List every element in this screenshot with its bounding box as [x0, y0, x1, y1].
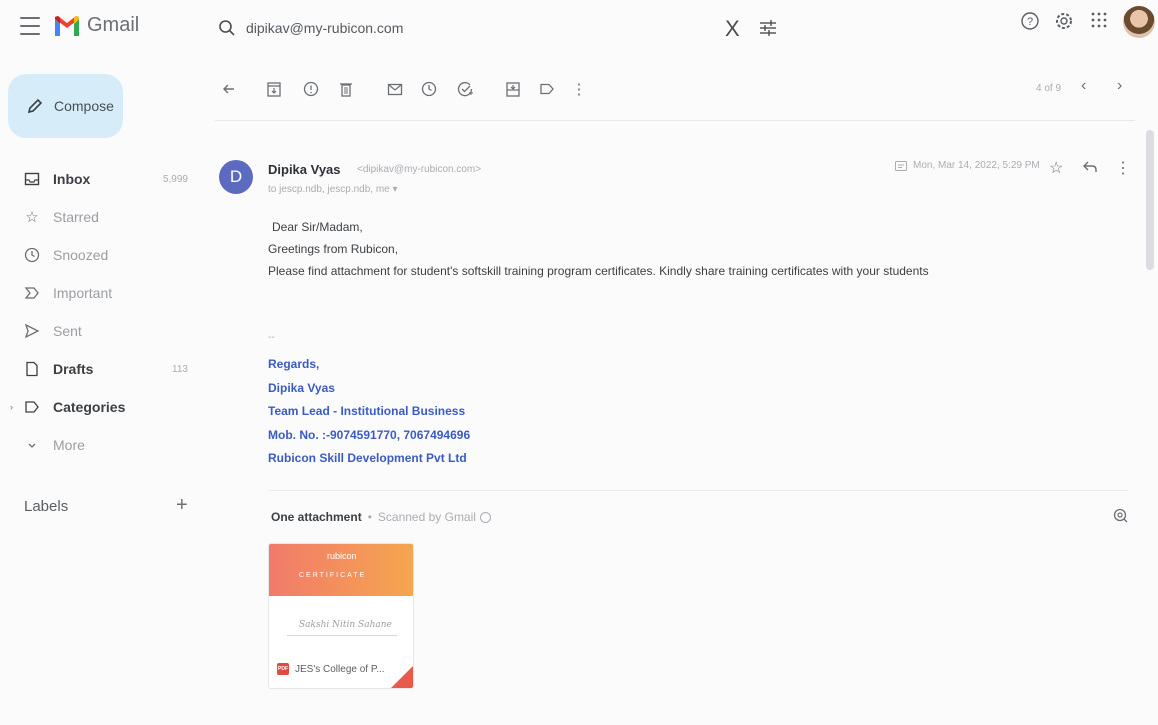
sidebar-item-starred[interactable]: ☆ Starred: [0, 198, 200, 236]
certificate-header: rubicon CERTIFICATE: [269, 544, 413, 596]
more-options-icon[interactable]: ⋮: [568, 78, 590, 100]
clock-icon: [24, 247, 40, 263]
signature-line: Team Lead - Institutional Business: [268, 404, 466, 418]
attachment-icon: [895, 160, 907, 171]
add-to-drive-icon[interactable]: [1112, 507, 1128, 523]
signature-line: Regards,: [268, 357, 320, 371]
report-spam-icon[interactable]: [300, 78, 322, 100]
drafts-count: 113: [172, 363, 188, 375]
search-bar[interactable]: dipikav@my-rubicon.com X: [213, 10, 783, 46]
certificate-title: CERTIFICATE: [299, 572, 367, 579]
compose-label: Compose: [54, 98, 114, 114]
sidebar-item-label: Important: [53, 285, 113, 301]
app-name: Gmail: [87, 14, 140, 36]
labels-header: Labels: [24, 498, 69, 515]
delete-icon[interactable]: [335, 78, 357, 100]
label-icon: [25, 401, 39, 413]
scrollbar[interactable]: [1146, 130, 1154, 270]
gmail-m-icon: [55, 15, 79, 36]
archive-icon[interactable]: [263, 78, 285, 100]
svg-text:?: ?: [1027, 16, 1033, 28]
add-task-icon[interactable]: [454, 78, 476, 100]
account-avatar[interactable]: [1123, 6, 1155, 38]
sidebar-item-important[interactable]: Important: [0, 274, 200, 312]
body-line: Please find attachment for student's sof…: [268, 264, 929, 278]
inbox-count: 5,999: [162, 173, 188, 185]
google-apps-icon[interactable]: [1090, 11, 1108, 29]
pagination-count: 4 of 9: [1036, 83, 1062, 94]
search-icon[interactable]: [218, 19, 236, 37]
attachments-header: One attachment • Scanned by Gmail: [271, 510, 491, 524]
chevron-down-icon: [28, 443, 36, 448]
body-line: Greetings from Rubicon,: [268, 242, 399, 256]
attachment-count: One attachment: [271, 510, 362, 524]
sidebar-item-label: Inbox: [53, 171, 91, 187]
labels-icon[interactable]: [536, 78, 558, 100]
info-icon[interactable]: [479, 511, 491, 523]
back-arrow-icon[interactable]: [218, 78, 240, 100]
mark-unread-icon[interactable]: [384, 78, 406, 100]
send-icon: [24, 323, 40, 339]
sidebar-item-label: Categories: [53, 399, 126, 415]
sidebar-item-label: Sent: [53, 323, 82, 339]
date-text: Mon, Mar 14, 2022, 5:29 PM: [913, 160, 1040, 171]
important-icon: [24, 287, 39, 299]
compose-button[interactable]: Compose: [8, 74, 123, 138]
recipients-dropdown[interactable]: to jescp.ndb, jescp.ndb, me ▾: [268, 184, 398, 195]
sidebar-item-snoozed[interactable]: Snoozed: [0, 236, 200, 274]
main-menu-icon[interactable]: [20, 17, 40, 35]
gmail-logo[interactable]: Gmail: [54, 14, 139, 37]
sender-email: <dipikav@my-rubicon.com>: [357, 164, 482, 175]
snooze-clock-icon[interactable]: [418, 78, 440, 100]
certificate-signature: Sakshi Nitin Sahane: [299, 620, 392, 630]
signature-line-rule: [287, 635, 397, 636]
sender-name[interactable]: Dipika Vyas: [268, 162, 341, 177]
divider: [268, 490, 1128, 491]
older-button[interactable]: ›: [1117, 77, 1122, 95]
separator: •: [367, 510, 372, 524]
sidebar-item-inbox[interactable]: Inbox 5,999: [0, 160, 200, 198]
settings-gear-icon[interactable]: [1054, 11, 1074, 31]
reply-icon[interactable]: [1081, 158, 1099, 176]
clear-search-icon[interactable]: X: [725, 16, 740, 42]
attachment-thumbnail[interactable]: rubicon CERTIFICATE Sakshi Nitin Sahane …: [268, 543, 414, 689]
signature-separator: --: [268, 332, 275, 343]
certificate-brand: rubicon: [327, 551, 357, 561]
star-icon[interactable]: ☆: [1049, 158, 1063, 178]
signature-line: Dipika Vyas: [268, 381, 335, 395]
pdf-icon: PDF: [277, 663, 289, 675]
search-input[interactable]: dipikav@my-rubicon.com: [246, 20, 403, 36]
draft-icon: [26, 361, 38, 377]
create-label-button[interactable]: +: [176, 494, 188, 517]
message-date: Mon, Mar 14, 2022, 5:29 PM: [895, 160, 1040, 171]
sidebar-item-label: Starred: [53, 209, 99, 225]
move-to-icon[interactable]: [502, 78, 524, 100]
help-icon[interactable]: ?: [1020, 11, 1040, 31]
scan-status: Scanned by Gmail: [377, 510, 476, 524]
sidebar-nav: Inbox 5,999 ☆ Starred Snoozed Important …: [0, 160, 200, 464]
inbox-icon: [24, 172, 40, 186]
sidebar-item-more[interactable]: More: [0, 426, 200, 464]
star-icon: ☆: [25, 209, 39, 226]
signature-line: Mob. No. :-9074591770, 7067494696: [268, 428, 471, 442]
sidebar-item-label: Drafts: [53, 361, 94, 377]
top-bar: Gmail dipikav@my-rubicon.com X ?: [0, 0, 1158, 62]
body-greeting: Dear Sir/Madam,: [272, 220, 363, 234]
sender-avatar[interactable]: D: [219, 160, 253, 194]
pencil-icon: [27, 98, 43, 114]
sidebar-item-sent[interactable]: Sent: [0, 312, 200, 350]
signature-line: Rubicon Skill Development Pvt Ltd: [268, 451, 467, 465]
newer-button[interactable]: ‹: [1081, 77, 1086, 95]
attachment-filename: JES's College of P...: [295, 663, 385, 675]
expand-arrow-icon[interactable]: ›: [10, 402, 13, 412]
divider: [215, 120, 1135, 121]
fold-corner: [391, 666, 413, 688]
message-more-icon[interactable]: ⋮: [1115, 158, 1131, 178]
search-options-icon[interactable]: [758, 18, 778, 38]
sidebar-item-categories[interactable]: › Categories: [0, 388, 200, 426]
sidebar-item-label: Snoozed: [53, 247, 109, 263]
sidebar-item-drafts[interactable]: Drafts 113: [0, 350, 200, 388]
sidebar-item-label: More: [53, 437, 85, 453]
